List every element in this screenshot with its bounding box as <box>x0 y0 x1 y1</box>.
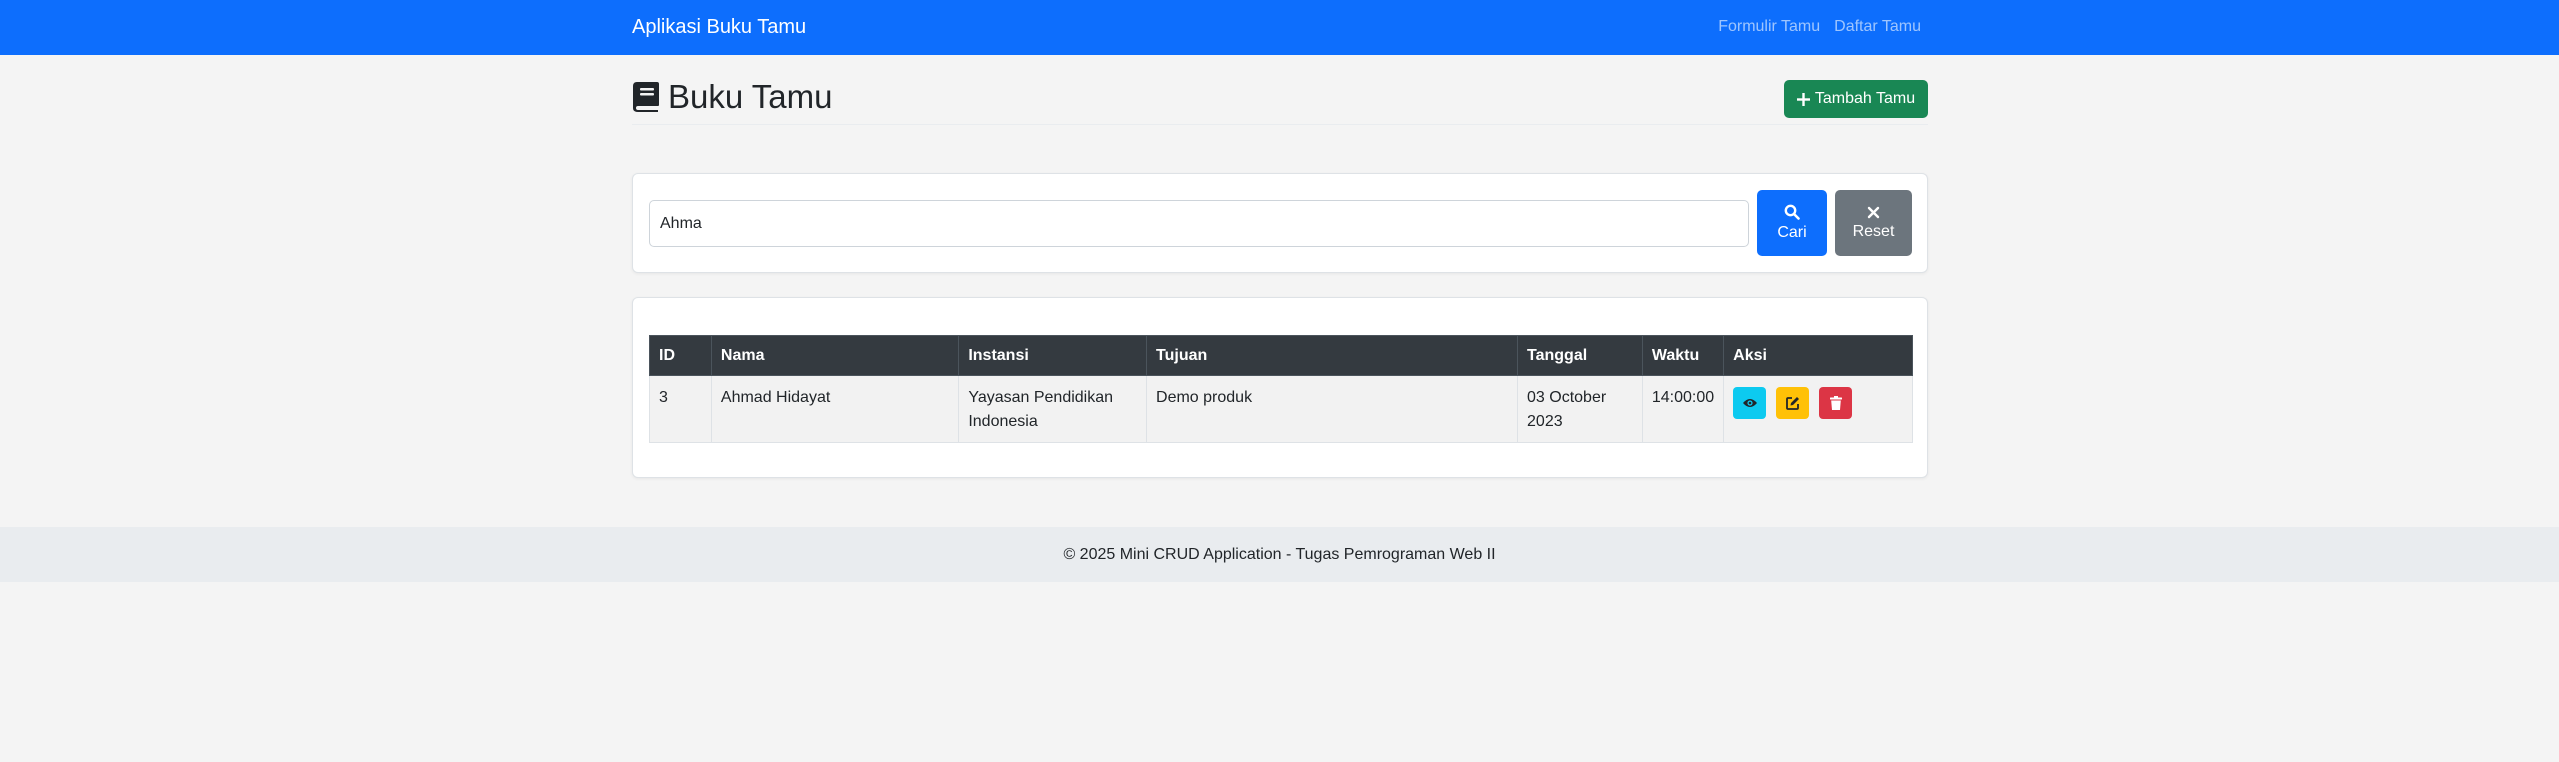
navbar: Aplikasi Buku Tamu Formulir Tamu Daftar … <box>0 0 2559 55</box>
edit-icon <box>1785 397 1799 410</box>
footer: © 2025 Mini CRUD Application - Tugas Pem… <box>0 527 2559 582</box>
column-header-tanggal: Tanggal <box>1517 335 1643 376</box>
nav-link-formulir-tamu[interactable]: Formulir Tamu <box>1718 18 1820 36</box>
cell-waktu: 14:00:00 <box>1641 375 1725 443</box>
reset-button[interactable]: Reset <box>1835 190 1912 256</box>
row-actions <box>1733 386 1903 419</box>
column-header-nama: Nama <box>710 335 960 376</box>
column-header-id: ID <box>649 335 712 376</box>
footer-text: © 2025 Mini CRUD Application - Tugas Pem… <box>1063 545 1496 563</box>
close-icon <box>1867 206 1880 218</box>
table-header-row: ID Nama Instansi Tujuan Tanggal Waktu Ak… <box>649 335 1913 376</box>
cell-aksi <box>1723 375 1913 443</box>
cell-id: 3 <box>649 375 712 443</box>
search-button[interactable]: Cari <box>1757 190 1827 256</box>
plus-icon <box>1796 92 1810 106</box>
eye-icon <box>1742 399 1757 407</box>
search-input[interactable] <box>649 200 1749 247</box>
column-header-waktu: Waktu <box>1641 335 1725 376</box>
delete-button[interactable] <box>1819 387 1853 419</box>
column-header-instansi: Instansi <box>958 335 1148 376</box>
column-header-aksi: Aksi <box>1723 335 1913 376</box>
reset-button-label: Reset <box>1852 222 1895 240</box>
trash-icon <box>1829 396 1842 410</box>
guest-table-card: ID Nama Instansi Tujuan Tanggal Waktu Ak… <box>632 297 1928 478</box>
page-title-text: Buku Tamu <box>668 78 833 115</box>
cell-instansi: Yayasan Pendidikan Indonesia <box>958 375 1148 443</box>
guest-table: ID Nama Instansi Tujuan Tanggal Waktu Ak… <box>649 335 1913 443</box>
page-title: Buku Tamu <box>632 78 832 116</box>
table-row: 3 Ahmad Hidayat Yayasan Pendidikan Indon… <box>649 375 1913 443</box>
cell-tujuan: Demo produk <box>1146 375 1519 443</box>
book-icon <box>633 82 659 112</box>
add-guest-label: Tambah Tamu <box>1814 90 1916 107</box>
title-divider <box>632 124 1928 125</box>
navbar-brand[interactable]: Aplikasi Buku Tamu <box>632 16 806 39</box>
cell-tanggal: 03 October 2023 <box>1517 375 1643 443</box>
edit-button[interactable] <box>1776 387 1810 419</box>
nav-links: Formulir Tamu Daftar Tamu <box>1718 18 1921 36</box>
view-button[interactable] <box>1733 387 1767 419</box>
add-guest-button[interactable]: Tambah Tamu <box>1784 80 1928 118</box>
search-card: Cari Reset <box>632 173 1928 273</box>
cell-nama: Ahmad Hidayat <box>710 375 960 443</box>
nav-link-daftar-tamu[interactable]: Daftar Tamu <box>1834 18 1921 36</box>
column-header-tujuan: Tujuan <box>1146 335 1519 376</box>
search-icon <box>1784 204 1800 220</box>
search-button-label: Cari <box>1777 224 1807 241</box>
